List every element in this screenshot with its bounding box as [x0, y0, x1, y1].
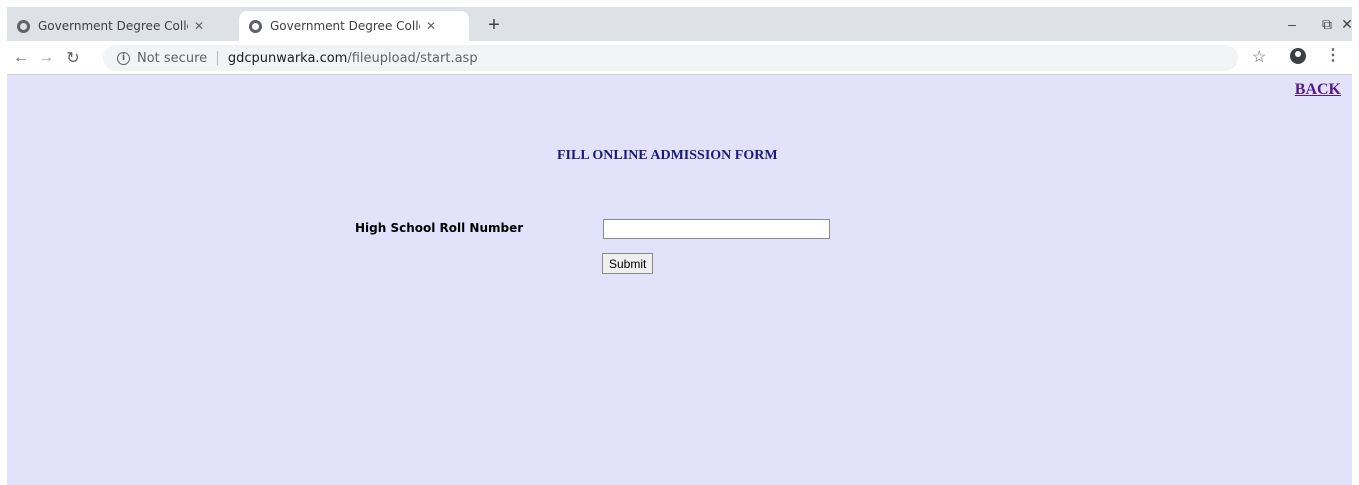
tab-active[interactable]: Government Degree College, Pur ✕: [239, 11, 469, 41]
address-bar[interactable]: i Not secure | gdcpunwarka.com/fileuploa…: [103, 45, 1238, 71]
account-icon[interactable]: [1290, 48, 1306, 64]
back-arrow-icon[interactable]: ←: [9, 45, 33, 71]
submit-button[interactable]: Submit: [602, 253, 654, 274]
close-icon[interactable]: ✕: [194, 19, 204, 33]
back-link[interactable]: BACK: [1295, 81, 1341, 99]
reload-icon[interactable]: ↻: [61, 45, 85, 71]
info-icon[interactable]: i: [117, 51, 130, 65]
security-status: Not secure: [137, 50, 208, 66]
new-tab-button[interactable]: +: [479, 11, 509, 39]
tab-inactive[interactable]: Government Degree College, Pur ✕: [7, 11, 237, 41]
menu-icon[interactable]: ⋮: [1325, 45, 1341, 65]
url-path: /fileupload/start.asp: [347, 50, 478, 66]
url-domain: gdcpunwarka.com: [227, 50, 348, 66]
browser-toolbar: ← → ↻ i Not secure | gdcpunwarka.com/fil…: [7, 41, 1352, 75]
window-close-button[interactable]: ✕: [1327, 11, 1359, 37]
globe-icon: [249, 19, 262, 33]
globe-icon: [17, 19, 30, 33]
tab-title: Government Degree College, Pur: [270, 19, 420, 33]
tab-strip: Government Degree College, Pur ✕ Governm…: [7, 7, 1353, 41]
minimize-button[interactable]: –: [1272, 11, 1312, 37]
page-body: BACK FILL ONLINE ADMISSION FORM High Sch…: [7, 75, 1352, 485]
divider: |: [215, 50, 220, 66]
star-icon[interactable]: ☆: [1252, 47, 1266, 67]
roll-number-input[interactable]: [603, 219, 830, 239]
page-title: FILL ONLINE ADMISSION FORM: [557, 148, 778, 163]
close-icon[interactable]: ✕: [426, 19, 436, 33]
tab-title: Government Degree College, Pur: [38, 19, 188, 33]
roll-number-label: High School Roll Number: [355, 221, 524, 235]
forward-arrow-icon[interactable]: →: [34, 45, 58, 71]
